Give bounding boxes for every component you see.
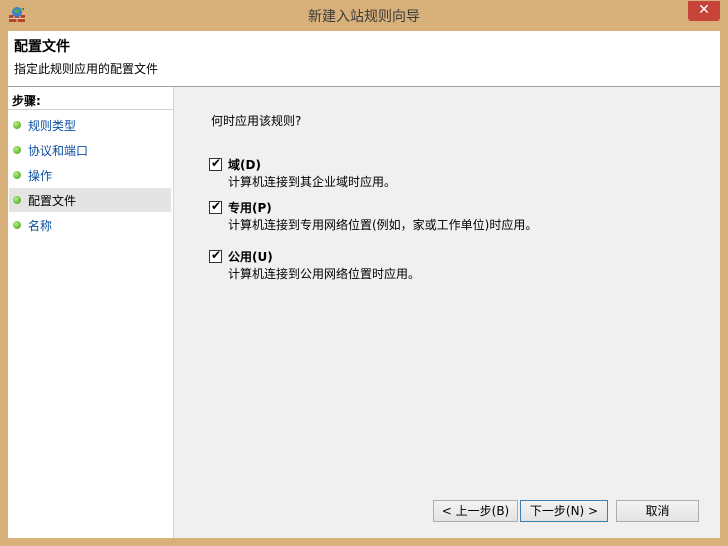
option-label[interactable]: 域(D) bbox=[228, 156, 261, 173]
public-checkbox[interactable]: ✔ bbox=[209, 248, 222, 263]
option-description: 计算机连接到其企业域时应用。 bbox=[228, 175, 397, 189]
step-label: 名称 bbox=[28, 219, 53, 233]
step-label: 操作 bbox=[28, 169, 53, 183]
question-text: 何时应用该规则? bbox=[211, 114, 302, 128]
option-label[interactable]: 专用(P) bbox=[228, 199, 272, 216]
client-area: 配置文件 指定此规则应用的配置文件 步骤: 规则类型 协议和端口 操作 配置文件 bbox=[8, 31, 720, 538]
checkmark-icon: ✔ bbox=[211, 199, 222, 213]
option-description: 计算机连接到公用网络位置时应用。 bbox=[228, 267, 421, 281]
page-header: 配置文件 指定此规则应用的配置文件 bbox=[8, 31, 720, 87]
back-button[interactable]: < 上一步(B) bbox=[433, 500, 518, 522]
window-title: 新建入站规则向导 bbox=[308, 9, 420, 25]
steps-heading: 步骤: bbox=[12, 94, 41, 108]
page-title: 配置文件 bbox=[14, 39, 70, 55]
title-bar[interactable]: 新建入站规则向导 ✕ bbox=[0, 0, 728, 30]
next-button[interactable]: 下一步(N) > bbox=[520, 500, 608, 522]
step-label: 协议和端口 bbox=[28, 144, 89, 158]
green-dot-icon bbox=[13, 221, 21, 229]
step-profile[interactable]: 配置文件 bbox=[9, 188, 171, 212]
step-label: 规则类型 bbox=[28, 119, 77, 133]
step-action[interactable]: 操作 bbox=[9, 163, 171, 187]
green-dot-icon bbox=[13, 196, 21, 204]
domain-checkbox[interactable]: ✔ bbox=[209, 156, 222, 171]
steps-divider bbox=[8, 109, 173, 110]
cancel-button[interactable]: 取消 bbox=[616, 500, 699, 522]
step-protocol-ports[interactable]: 协议和端口 bbox=[9, 138, 171, 162]
main-panel: 何时应用该规则? ✔ 域(D) 计算机连接到其企业域时应用。 ✔ 专用(P) 计… bbox=[174, 87, 720, 538]
close-button[interactable]: ✕ bbox=[688, 1, 720, 21]
wizard-window: 新建入站规则向导 ✕ 配置文件 指定此规则应用的配置文件 步骤: 规则类型 协议… bbox=[0, 0, 728, 546]
option-label[interactable]: 公用(U) bbox=[228, 248, 273, 265]
steps-panel: 步骤: 规则类型 协议和端口 操作 配置文件 名称 bbox=[8, 87, 174, 538]
green-dot-icon bbox=[13, 171, 21, 179]
step-label: 配置文件 bbox=[28, 194, 77, 208]
green-dot-icon bbox=[13, 121, 21, 129]
checkmark-icon: ✔ bbox=[211, 248, 222, 262]
checkmark-icon: ✔ bbox=[211, 156, 222, 170]
step-name[interactable]: 名称 bbox=[9, 213, 171, 237]
step-rule-type[interactable]: 规则类型 bbox=[9, 113, 171, 137]
private-checkbox[interactable]: ✔ bbox=[209, 199, 222, 214]
option-description: 计算机连接到专用网络位置(例如，家或工作单位)时应用。 bbox=[228, 218, 538, 232]
page-subtitle: 指定此规则应用的配置文件 bbox=[14, 62, 159, 76]
green-dot-icon bbox=[13, 146, 21, 154]
